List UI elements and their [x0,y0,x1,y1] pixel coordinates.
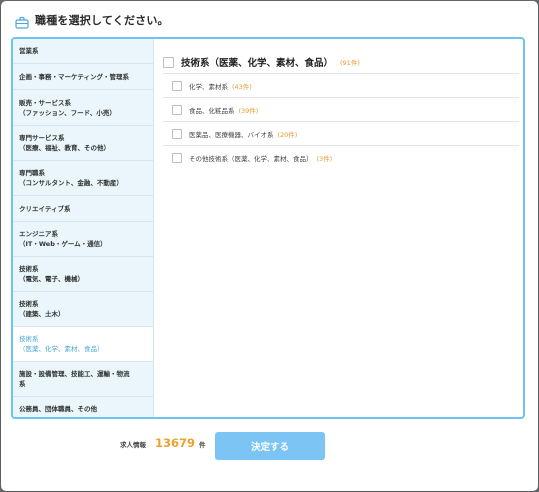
subcategory-label: その他技術系（医薬、化学、素材、食品） [189,154,313,163]
sidebar-item-creative[interactable]: クリエイティブ系 [13,196,153,222]
sidebar-item-planning-admin[interactable]: 企画・事務・マーケティング・管理系 [13,64,153,90]
sidebar-item-tech-electrical[interactable]: 技術系 （電気、電子、機械） [13,257,153,292]
subcategory-checkbox[interactable] [172,104,182,115]
subcategory-item[interactable]: 化学、素材系 (43件) [163,73,519,97]
subcategory-checkbox[interactable] [172,152,182,163]
sidebar-item-specialist[interactable]: 専門職系 （コンサルタント、金融、不動産） [13,161,153,196]
subcategory-item[interactable]: その他技術系（医薬、化学、素材、食品） (3件) [163,145,519,169]
sidebar-item-public-other[interactable]: 公務員、団体職員、その他 [13,397,153,417]
submit-button[interactable]: 決定する [215,432,325,460]
sidebar-item-facility-logistics[interactable]: 施設・設備管理、技能工、運輸・物流 系 [13,362,153,397]
bag-icon [15,14,29,29]
sidebar-item-tech-construction[interactable]: 技術系 （建築、土木） [13,292,153,327]
modal-title: 職種を選択してください。 [35,14,169,27]
subcategory-item[interactable]: 食品、化粧品系 (39件) [163,97,519,121]
subcategory-checkbox[interactable] [172,80,182,91]
modal-footer: 求人情報 13679 件 決定する [1,431,538,461]
category-sidebar: 営業系 企画・事務・マーケティング・管理系 販売・サービス系 （ファッション、フ… [13,39,154,417]
sidebar-item-professional-service[interactable]: 専門サービス系 （医療、福祉、教育、その他） [13,126,153,161]
category-label: 技術系（医薬、化学、素材、食品） [181,58,334,69]
modal-header: 職種を選択してください。 [15,12,169,29]
sidebar-item-tech-pharma-active[interactable]: 技術系 （医薬、化学、素材、食品） [13,327,153,362]
job-count-unit: 件 [199,441,206,449]
job-count-label: 求人情報 [120,441,146,449]
subcategory-count: (3件) [316,154,333,163]
category-checkbox[interactable] [163,56,174,68]
category-count: (91件) [340,59,360,67]
sidebar-item-sales[interactable]: 営業系 [13,39,153,64]
subcategory-checkbox[interactable] [172,128,182,139]
subcategory-item[interactable]: 医薬品、医療機器、バイオ系 (20件) [163,121,519,145]
job-count-value: 13679 [155,436,196,450]
subcategory-label: 医薬品、医療機器、バイオ系 [189,130,274,139]
sidebar-item-retail-service[interactable]: 販売・サービス系 （ファッション、フード、小売） [13,90,153,126]
subcategory-count: (39件) [238,106,259,115]
selection-panel: 営業系 企画・事務・マーケティング・管理系 販売・サービス系 （ファッション、フ… [11,37,525,419]
subcategory-count: (43件) [232,82,252,91]
job-count-summary: 求人情報 13679 件 [120,436,206,456]
subcategory-pane: 技術系（医薬、化学、素材、食品） (91件) 化学、素材系 (43件) 食品、化… [153,39,523,417]
job-type-modal: 職種を選択してください。 営業系 企画・事務・マーケティング・管理系 販売・サー… [1,1,538,491]
sidebar-item-engineer[interactable]: エンジニア系 （IT・Web・ゲーム・通信） [13,222,153,257]
category-select-all[interactable]: 技術系（医薬、化学、素材、食品） (91件) [163,51,519,73]
subcategory-count: (20件) [277,130,298,139]
subcategory-label: 食品、化粧品系 [189,106,235,115]
subcategory-label: 化学、素材系 [189,82,228,91]
